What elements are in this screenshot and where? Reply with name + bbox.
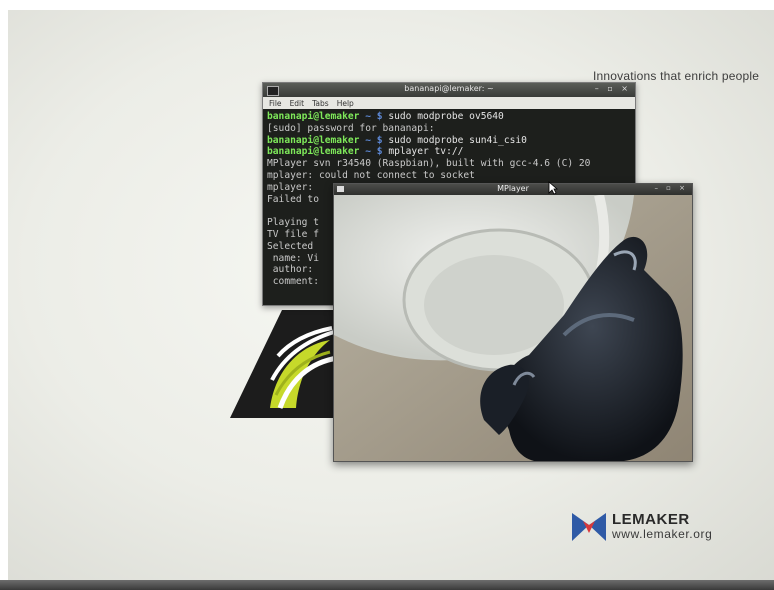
lemaker-branding: LEMAKER www.lemaker.org [572,512,712,541]
menu-tabs[interactable]: Tabs [312,99,329,108]
terminal-window-controls[interactable]: – ▫ × [595,84,631,93]
output-text: [sudo] password for bananapi: [267,122,435,134]
terminal-line: bananapi@lemaker ~ $ mplayer tv:// [267,146,631,158]
prompt-path: ~ $ [359,146,389,158]
terminal-title: bananapi@lemaker: ~ [404,84,494,93]
mplayer-title: MPlayer [497,184,529,193]
mplayer-window[interactable]: MPlayer – ▫ × [333,183,693,462]
output-text: author: [267,264,314,276]
terminal-line: bananapi@lemaker ~ $ sudo modprobe ov564… [267,111,631,123]
output-text: Playing t [267,217,319,229]
prompt-user: bananapi@lemaker [267,111,360,122]
terminal-line: bananapi@lemaker ~ $ sudo modprobe sun4i… [267,135,631,147]
output-text: mplayer: [267,181,314,193]
output-text: Selected [267,240,314,252]
command-text: sudo modprobe sun4i_csi0 [388,134,527,146]
prompt-path: ~ $ [359,134,389,146]
terminal-line: mplayer: could not connect to socket [267,170,631,182]
menu-edit[interactable]: Edit [290,99,305,108]
output-text: comment: [267,276,319,288]
terminal-menubar: File Edit Tabs Help [263,97,635,109]
camera-video-frame [334,195,692,461]
mouse-pointer-icon [548,181,558,195]
mplayer-titlebar[interactable]: MPlayer – ▫ × [334,184,692,195]
mplayer-window-controls[interactable]: – ▫ × [654,184,688,192]
terminal-titlebar[interactable]: bananapi@lemaker: ~ – ▫ × [263,83,635,97]
lemaker-logo-icon [572,512,606,541]
output-text: Failed to [267,193,319,205]
monitor-bezel [0,580,774,590]
output-text: TV file f [267,228,319,240]
menu-file[interactable]: File [269,99,282,108]
desktop-tagline: Innovations that enrich people [593,69,760,83]
terminal-line: MPlayer svn r34540 (Raspbian), built wit… [267,158,631,170]
output-text: name: Vi [267,252,319,264]
lemaker-name: LEMAKER [612,511,690,528]
menu-help[interactable]: Help [337,99,354,108]
output-text: MPlayer svn r34540 (Raspbian), built wit… [267,158,591,170]
terminal-line: [sudo] password for bananapi: [267,123,631,135]
lemaker-url: www.lemaker.org [612,527,713,541]
prompt-user: bananapi@lemaker [267,134,360,146]
command-text: mplayer tv:// [388,146,464,158]
output-text: mplayer: could not connect to socket [267,169,475,181]
command-text: sudo modprobe ov5640 [388,111,504,122]
prompt-path: ~ $ [359,111,389,122]
prompt-user: bananapi@lemaker [267,146,360,158]
